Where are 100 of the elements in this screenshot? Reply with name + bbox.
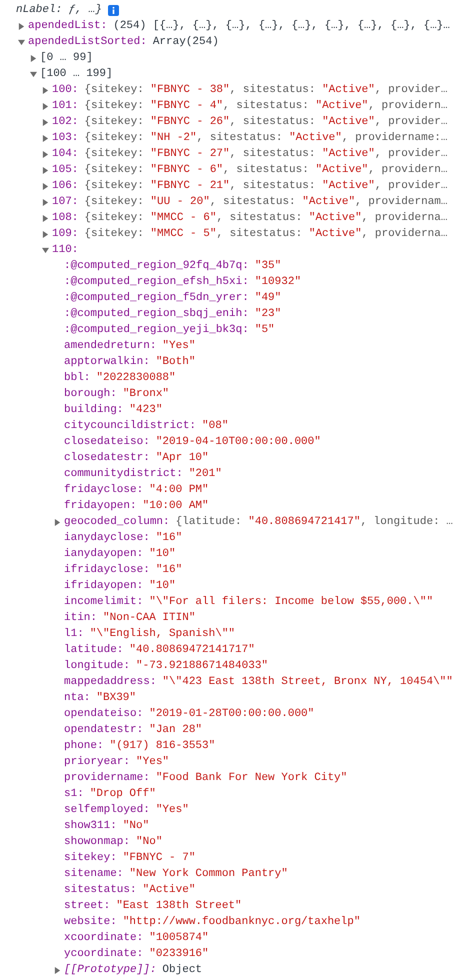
property-value: "10932" — [254, 275, 302, 290]
property-value: "New York Common Pantry" — [129, 867, 288, 882]
property-name[interactable]: 110: — [52, 242, 78, 258]
property-value: "Yes" — [156, 803, 189, 818]
caret-icon[interactable] — [42, 134, 49, 142]
property-name: ianydayopen: — [64, 547, 144, 562]
caret-icon[interactable] — [42, 246, 49, 254]
object-preview: {sitekey: "MMCC - 6", sitestatus: "Active", providerna… — [84, 211, 448, 226]
property-name: ianydayclose: — [64, 531, 150, 546]
property-name[interactable]: apendedListSorted: — [28, 34, 147, 50]
property-value: Object — [162, 963, 202, 975]
array-range[interactable]: [100 … 199] — [40, 66, 113, 82]
property-name[interactable]: 103: — [52, 130, 78, 146]
property-value: "2022830088" — [96, 371, 176, 386]
property-name: bbl: — [64, 371, 90, 386]
property-name: phone: — [64, 739, 104, 754]
property-value: "423" — [129, 403, 162, 418]
property-value: "Both" — [156, 355, 196, 370]
property-value: "16" — [156, 563, 182, 578]
caret-icon[interactable] — [30, 70, 37, 78]
caret-icon[interactable] — [18, 22, 25, 30]
property-value: "40.80869472141717" — [129, 643, 255, 658]
property-name: opendatestr: — [64, 723, 144, 738]
property-name: fridayclose: — [64, 483, 144, 498]
property-name: amendedreturn: — [64, 339, 156, 354]
property-name[interactable]: [[Prototype]]: — [64, 962, 156, 975]
property-name: sitename: — [64, 867, 124, 882]
property-name: ifridayopen: — [64, 579, 144, 594]
property-name[interactable]: 100: — [52, 82, 78, 98]
property-value: "0233916" — [149, 947, 209, 962]
property-name: show311: — [64, 819, 117, 834]
caret-icon[interactable] — [54, 518, 61, 526]
property-name: :@computed_region_92fq_4b7q: — [64, 259, 249, 274]
property-name: latitude: — [64, 643, 124, 658]
property-value: "No" — [122, 819, 150, 834]
caret-icon[interactable] — [42, 86, 49, 94]
property-name[interactable]: 104: — [52, 146, 78, 162]
property-value: "10" — [149, 579, 176, 594]
property-value: "No" — [136, 835, 162, 850]
object-preview: {sitekey: "FBNYC - 26", sitestatus: "Active", provider… — [84, 115, 448, 130]
property-name: mappedaddress: — [64, 675, 156, 690]
property-name: itin: — [64, 611, 98, 626]
property-name[interactable]: 107: — [52, 194, 78, 210]
property-name: nta: — [64, 691, 90, 706]
property-name: street: — [64, 899, 110, 914]
property-value: "Apr 10" — [156, 451, 209, 466]
caret-icon[interactable] — [42, 150, 49, 158]
property-value: "201" — [188, 467, 222, 482]
property-name: s1: — [64, 787, 84, 802]
object-preview: {sitekey: "NH -2", sitestatus: "Active", providername:… — [84, 131, 448, 146]
property-name: l1: — [64, 627, 84, 642]
property-value: "Active" — [142, 883, 196, 898]
property-value: "East 138th Street" — [116, 899, 242, 914]
property-value: "(917) 816-3553" — [110, 739, 216, 754]
caret-icon[interactable] — [30, 54, 37, 62]
caret-icon[interactable] — [42, 166, 49, 174]
property-name[interactable]: 101: — [52, 98, 78, 114]
caret-icon[interactable] — [18, 38, 25, 46]
property-name: sitestatus: — [64, 883, 137, 898]
property-name: selfemployed: — [64, 803, 150, 818]
property-value: "FBNYC - 7" — [122, 851, 196, 866]
property-value: "http://www.foodbanknyc.org/taxhelp" — [122, 915, 360, 930]
array-range[interactable]: [0 … 99] — [40, 50, 93, 66]
property-value: "23" — [254, 307, 282, 322]
property-name: :@computed_region_efsh_h5xi: — [64, 275, 249, 290]
property-name: showonmap: — [64, 835, 130, 850]
caret-icon[interactable] — [42, 198, 49, 206]
property-name[interactable]: apendedList: — [28, 18, 108, 34]
caret-icon[interactable] — [54, 966, 61, 974]
property-name[interactable]: 108: — [52, 210, 78, 226]
property-value: "Yes" — [136, 755, 170, 770]
property-name: citycouncildistrict: — [64, 419, 196, 434]
caret-icon[interactable] — [42, 118, 49, 126]
property-name[interactable]: 102: — [52, 114, 78, 130]
property-value: "\"For all filers: Income below $55,000.\"" — [149, 595, 434, 610]
property-name[interactable]: 109: — [52, 226, 78, 242]
caret-icon[interactable] — [42, 230, 49, 238]
property-value: "Non-CAA ITIN" — [103, 611, 196, 626]
caret-icon[interactable] — [42, 102, 49, 110]
property-name: sitekey: — [64, 851, 117, 866]
property-name: fridayopen: — [64, 499, 137, 514]
property-name[interactable]: 105: — [52, 162, 78, 178]
property-name: website: — [64, 915, 117, 930]
property-name: incomelimit: — [64, 595, 144, 610]
property-name: communitydistrict: — [64, 467, 183, 482]
property-name: :@computed_region_yeji_bk3q: — [64, 323, 249, 338]
property-name[interactable]: 106: — [52, 178, 78, 194]
info-icon[interactable] — [108, 4, 119, 16]
property-value: "10" — [149, 547, 176, 562]
property-value: "49" — [254, 291, 282, 306]
object-preview: {latitude: "40.808694721417", longitude: … — [176, 515, 453, 530]
caret-icon[interactable] — [42, 182, 49, 190]
property-name[interactable]: geocoded_column: — [64, 514, 170, 530]
property-value: "Bronx" — [122, 387, 170, 402]
caret-icon[interactable] — [42, 214, 49, 222]
property-name: closedateiso: — [64, 435, 150, 450]
property-value: "10:00 AM" — [142, 499, 209, 514]
property-name: :@computed_region_f5dn_yrer: — [64, 291, 249, 306]
object-preview: {sitekey: "FBNYC - 27", sitestatus: "Active", provider… — [84, 147, 448, 162]
property-value: "Drop Off" — [90, 787, 156, 802]
